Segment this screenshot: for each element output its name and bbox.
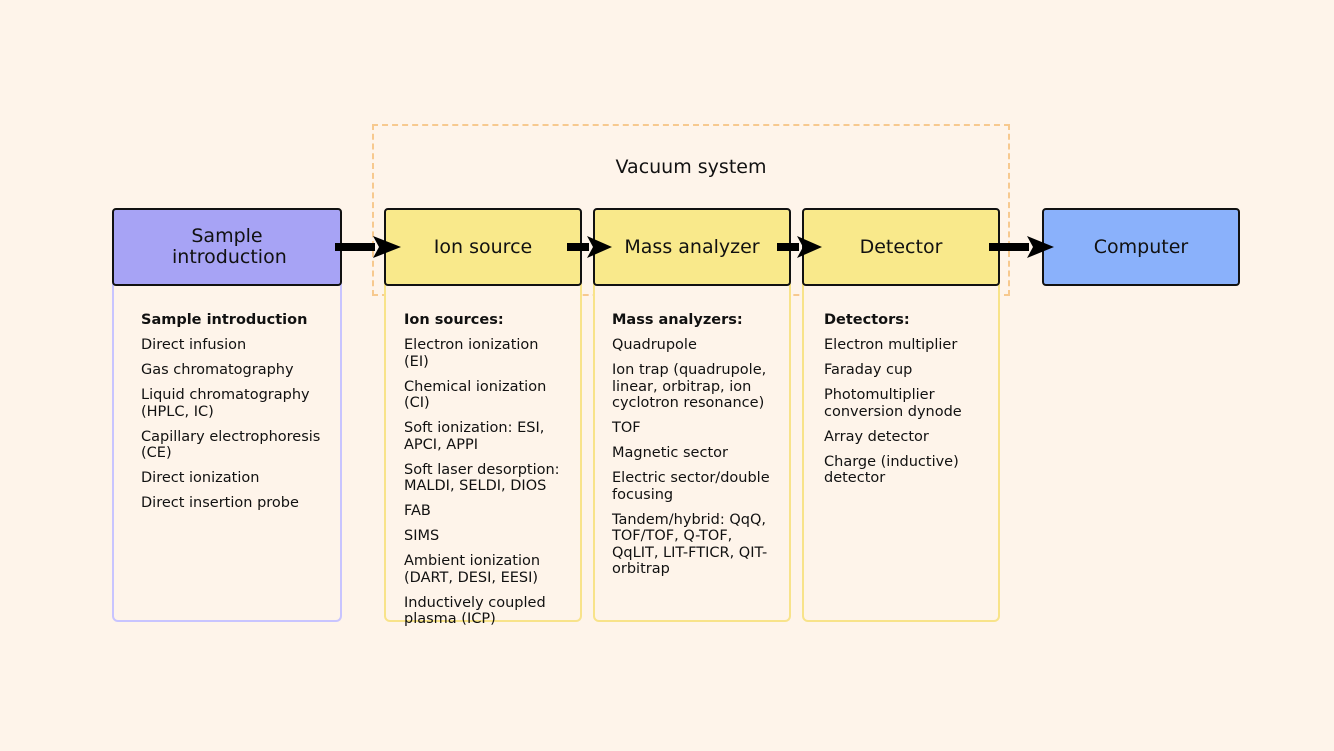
computer-box: Computer	[1042, 208, 1240, 286]
detector-box: Detector	[802, 208, 1000, 286]
list-item: Direct infusion	[141, 337, 247, 353]
detectors-list: Detectors: Electron multiplier Faraday c…	[824, 312, 984, 495]
list-item: Quadrupole	[612, 337, 697, 353]
sample-introduction-label: Sample introduction	[172, 225, 287, 268]
arrow-detector-to-computer	[989, 236, 1054, 258]
list-item: TOF	[612, 420, 641, 436]
list-item: Electron ionization (EI)	[404, 337, 539, 370]
list-item: SIMS	[404, 528, 440, 544]
list-item: Chemical ionization (CI)	[404, 378, 547, 412]
sample-introduction-list: Sample introduction Direct infusion Gas …	[141, 312, 321, 520]
ion-source-label: Ion source	[433, 235, 533, 258]
list-item: Ion trap (quadrupole, linear, orbitrap, …	[612, 362, 767, 411]
list-item: Magnetic sector	[612, 445, 728, 461]
list-item: Charge (inductive) detector	[824, 453, 959, 487]
list-item: Inductively coupled plasma (ICP)	[404, 594, 546, 628]
arrow-ion-source-to-mass-analyzer	[567, 236, 612, 258]
list-item: Faraday cup	[824, 362, 913, 378]
list-item: Electron multiplier	[824, 337, 958, 353]
mass-analyzers-list: Mass analyzers: Quadrupole Ion trap (qua…	[612, 312, 772, 586]
computer-label: Computer	[1093, 235, 1189, 258]
list-item: Soft ionization: ESI, APCI, APPI	[404, 420, 545, 453]
list-title: Detectors:	[824, 312, 910, 328]
mass-analyzer-box: Mass analyzer	[593, 208, 791, 286]
list-item: Electric sector/double focusing	[612, 470, 770, 503]
arrow-sample-to-ion-source	[335, 236, 401, 258]
mass-analyzer-label: Mass analyzer	[624, 235, 760, 258]
ion-sources-list: Ion sources: Electron ionization (EI) Ch…	[404, 312, 564, 636]
list-item: Gas chromatography	[141, 362, 294, 378]
list-title: Ion sources:	[404, 312, 504, 328]
ion-source-box: Ion source	[384, 208, 582, 286]
sample-introduction-box: Sample introduction	[112, 208, 342, 286]
list-item: Ambient ionization (DART, DESI, EESI)	[404, 553, 541, 586]
arrow-mass-analyzer-to-detector	[777, 236, 822, 258]
list-item: Liquid chromatography (HPLC, IC)	[141, 387, 310, 420]
list-title: Sample introduction	[141, 312, 308, 328]
vacuum-system-label: Vacuum system	[615, 156, 767, 178]
list-item: Tandem/hybrid: QqQ, TOF/TOF, Q-TOF, QqLI…	[612, 511, 768, 578]
list-item: Direct insertion probe	[141, 495, 299, 511]
list-item: Array detector	[824, 428, 929, 445]
list-item: FAB	[404, 503, 431, 519]
list-item: Soft laser desorption: MALDI, SELDI, DIO…	[404, 461, 560, 495]
list-title: Mass analyzers:	[612, 312, 743, 328]
list-item: Direct ionization	[141, 470, 260, 486]
list-item: Capillary electrophoresis (CE)	[141, 428, 321, 462]
list-item: Photomultiplier conversion dynode	[824, 387, 962, 420]
detector-label: Detector	[859, 235, 943, 258]
